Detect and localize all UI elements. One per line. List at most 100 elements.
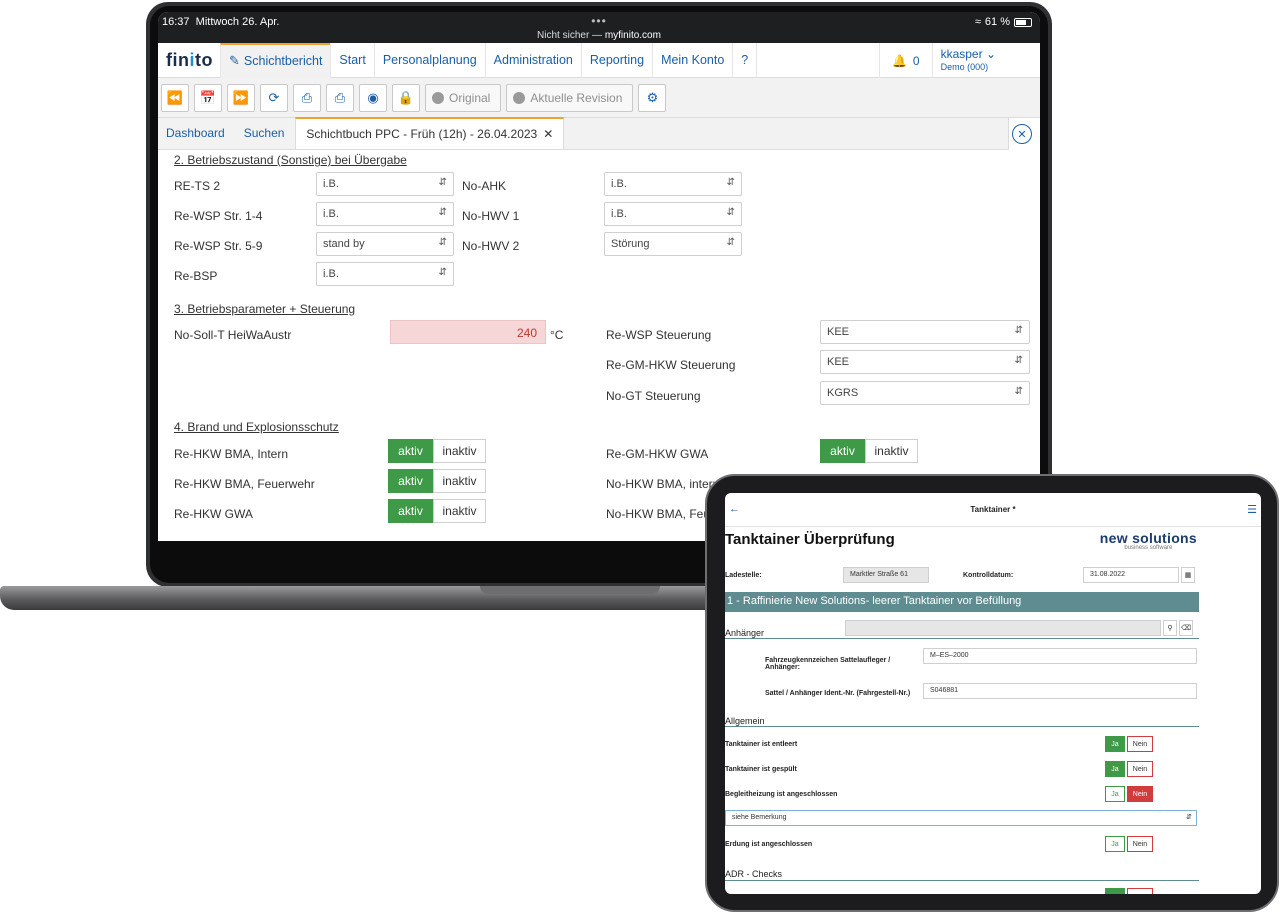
aktiv-option[interactable]: aktiv	[820, 439, 865, 463]
check-entleert[interactable]: Ja Nein	[1105, 736, 1153, 752]
ja-option[interactable]: Ja	[1105, 836, 1125, 852]
select-no-hwv-2[interactable]: Störung ⇵	[604, 232, 742, 256]
address-bar[interactable]: Nicht sicher — myfinito.com	[158, 30, 1040, 41]
field-label: No-HWV 1	[462, 209, 520, 223]
calendar-icon[interactable]: ▦	[1181, 567, 1195, 583]
tab-suchen[interactable]: Suchen	[236, 126, 296, 149]
tab-dashboard[interactable]: Dashboard	[158, 126, 236, 149]
nein-option[interactable]: Nein	[1127, 761, 1153, 777]
nein-option[interactable]: Nein	[1127, 786, 1153, 802]
aktiv-option[interactable]: aktiv	[388, 469, 433, 493]
search-icon[interactable]: ⚲	[1163, 620, 1177, 636]
nav-start[interactable]: Start	[330, 42, 373, 78]
select-re-ts-2[interactable]: i.B. ⇵	[316, 172, 454, 196]
battery-icon	[1014, 17, 1032, 27]
aktiv-option[interactable]: aktiv	[388, 439, 433, 463]
ja-option[interactable]: Ja	[1105, 761, 1125, 777]
user-menu[interactable]: kkasper ⌄ Demo (000)	[933, 47, 1040, 74]
rewind-icon[interactable]: ⏪	[161, 83, 189, 112]
notifications-button[interactable]: 🔔 0	[878, 43, 933, 78]
calendar-icon[interactable]: 📅	[194, 83, 222, 112]
tablet-screen: ← Tanktainer * ☰ Tanktainer Überprüfung …	[725, 493, 1261, 894]
allgemein-heading: Allgemein	[725, 716, 765, 726]
nein-option[interactable]	[1127, 888, 1153, 894]
lock-icon[interactable]: 🔒	[392, 83, 420, 112]
main-nav: finito ✎ Schichtbericht Start Personalpla…	[158, 42, 1040, 78]
inaktiv-option[interactable]: inaktiv	[433, 439, 486, 463]
settings-gear-icon[interactable]: ⚙	[638, 83, 667, 112]
field-label: Re-HKW BMA, Intern	[174, 447, 289, 461]
fast-forward-icon[interactable]: ⏩	[227, 83, 255, 112]
bell-icon: 🔔	[891, 53, 907, 68]
refresh-icon[interactable]: ⟳	[260, 83, 288, 112]
nav-schichtbericht[interactable]: ✎ Schichtbericht	[220, 42, 331, 78]
eye-icon[interactable]: ◉	[359, 83, 387, 112]
inaktiv-option[interactable]: inaktiv	[433, 499, 486, 523]
finito-logo[interactable]: finito	[158, 50, 220, 71]
check-adr-first[interactable]	[1105, 888, 1153, 894]
select-no-ahk[interactable]: i.B. ⇵	[604, 172, 742, 196]
nav-reporting[interactable]: Reporting	[580, 42, 652, 78]
hamburger-menu-icon[interactable]: ☰	[1247, 503, 1257, 516]
wifi-icon: ≈	[974, 16, 981, 28]
ident-field[interactable]: S046881	[923, 683, 1197, 699]
field-label: No-Soll-T HeiWaAustr	[174, 328, 292, 342]
select-re-wsp-5-9[interactable]: stand by ⇵	[316, 232, 454, 256]
select-re-bsp[interactable]: i.B. ⇵	[316, 262, 454, 286]
document-tabs: Dashboard Suchen Schichtbuch PPC - Früh …	[158, 117, 1040, 150]
soll-temperature-input[interactable]: 240	[390, 320, 546, 344]
select-no-gt-steuerung[interactable]: KGRS ⇵	[820, 381, 1030, 405]
aktiv-option[interactable]: aktiv	[388, 499, 433, 523]
tab-schichtbuch[interactable]: Schichtbuch PPC - Früh (12h) - 26.04.202…	[295, 117, 565, 149]
toggle-gm-hkw-gwa[interactable]: aktiv inaktiv	[820, 439, 918, 463]
divider	[725, 726, 1199, 727]
ja-option[interactable]	[1105, 888, 1125, 894]
check-label: Tanktainer ist gespült	[725, 766, 797, 773]
trash-icon[interactable]: ⌫	[1179, 620, 1193, 636]
original-button[interactable]: Original	[425, 83, 502, 112]
check-label: Tanktainer ist entleert	[725, 741, 798, 748]
toggle-bma-intern[interactable]: aktiv inaktiv	[388, 439, 486, 463]
new-solutions-logo: new solutions business software	[1099, 530, 1197, 551]
nav-mein-konto[interactable]: Mein Konto	[652, 42, 732, 78]
select-re-wsp-1-4[interactable]: i.B. ⇵	[316, 202, 454, 226]
field-label: Re-WSP Str. 1-4	[174, 209, 263, 223]
close-all-icon[interactable]: ✕	[1012, 124, 1032, 144]
print-all-icon[interactable]: ⎙	[326, 83, 354, 112]
kennzeichen-field[interactable]: M–ES–2000	[923, 648, 1197, 664]
select-re-gm-hkw-steuerung[interactable]: KEE ⇵	[820, 350, 1030, 374]
kontrolldatum-field[interactable]: 31.08.2022	[1083, 567, 1179, 583]
select-re-wsp-steuerung[interactable]: KEE ⇵	[820, 320, 1030, 344]
toggle-bma-feuerwehr[interactable]: aktiv inaktiv	[388, 469, 486, 493]
close-tab-icon[interactable]: ✕	[543, 127, 553, 141]
laptop-screen: 16:37 Mittwoch 26. Apr. ••• Nicht sicher…	[158, 12, 1040, 541]
field-label: Re-WSP Str. 5-9	[174, 239, 263, 253]
kennzeichen-label: Fahrzeugkennzeichen Sattelaufleger / Anhä…	[765, 657, 891, 671]
nav-help[interactable]: ?	[732, 42, 758, 78]
check-erdung[interactable]: Ja Nein	[1105, 836, 1153, 852]
browser-status-bar: 16:37 Mittwoch 26. Apr. ••• Nicht sicher…	[158, 12, 1040, 43]
ladestelle-field[interactable]: Marktler Straße 61	[843, 567, 929, 583]
anhaenger-search-field[interactable]	[845, 620, 1161, 636]
revision-button[interactable]: Aktuelle Revision	[506, 83, 634, 112]
inaktiv-option[interactable]: inaktiv	[433, 469, 486, 493]
ja-option[interactable]: Ja	[1105, 786, 1125, 802]
nav-personalplanung[interactable]: Personalplanung	[373, 42, 485, 78]
remark-select[interactable]: siehe Bemerkung ⇵	[725, 810, 1197, 826]
nein-option[interactable]: Nein	[1127, 736, 1153, 752]
select-no-hwv-1[interactable]: i.B. ⇵	[604, 202, 742, 226]
tablet-header: ← Tanktainer * ☰	[725, 493, 1261, 527]
print-icon[interactable]: ⎙	[293, 83, 321, 112]
anhaenger-heading: Anhänger	[725, 628, 765, 638]
section-4-title: 4. Brand und Explosionsschutz	[174, 420, 339, 434]
ja-option[interactable]: Ja	[1105, 736, 1125, 752]
nein-option[interactable]: Nein	[1127, 836, 1153, 852]
check-begleitheizung[interactable]: Ja Nein	[1105, 786, 1153, 802]
inaktiv-option[interactable]: inaktiv	[865, 439, 918, 463]
battery-indicator: ≈ 61 %	[975, 16, 1032, 28]
laptop-hinge	[480, 586, 660, 594]
tab-dots-icon[interactable]: •••	[158, 14, 1040, 28]
toggle-hkw-gwa[interactable]: aktiv inaktiv	[388, 499, 486, 523]
check-gespuelt[interactable]: Ja Nein	[1105, 761, 1153, 777]
nav-administration[interactable]: Administration	[484, 42, 581, 78]
